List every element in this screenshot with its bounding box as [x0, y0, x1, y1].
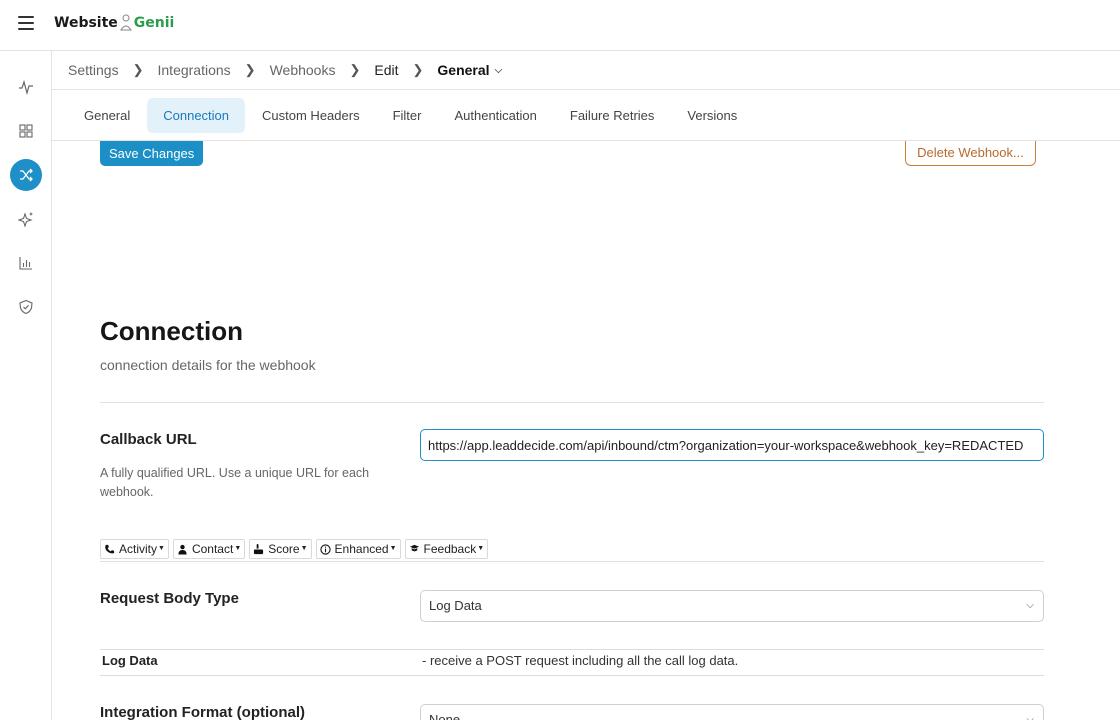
chevron-right-icon: ❯: [412, 62, 424, 77]
integration-format-value: None: [429, 712, 461, 720]
info-icon: [319, 543, 331, 555]
chevron-down-icon: ⌵: [494, 64, 503, 76]
pill-label: Feedback: [423, 542, 477, 556]
caret-down-icon: ▼: [389, 545, 397, 552]
breadcrumb-current-label: General: [437, 62, 490, 78]
divider: [100, 649, 1044, 650]
chevron-down-icon: ⌵: [1026, 600, 1034, 611]
logo-word: Website: [54, 15, 118, 31]
integration-format-label: Integration Format (optional): [100, 704, 305, 720]
logo-accent: Genii: [133, 15, 175, 31]
pill-activity[interactable]: Activity ▼: [100, 539, 169, 559]
chevron-right-icon: ❯: [244, 62, 256, 77]
body-type-description: - receive a POST request including all t…: [422, 653, 739, 668]
pill-score[interactable]: Score ▼: [249, 539, 312, 559]
request-body-type-select[interactable]: Log Data ⌵: [420, 590, 1044, 622]
tab-custom-headers[interactable]: Custom Headers: [246, 98, 376, 133]
pill-label: Score: [268, 542, 300, 556]
rail-item-ai[interactable]: [10, 203, 42, 235]
shuffle-icon: [20, 168, 33, 182]
tab-authentication[interactable]: Authentication: [438, 98, 552, 133]
caret-down-icon: ▼: [477, 545, 485, 552]
callback-url-input[interactable]: [420, 429, 1044, 461]
caret-down-icon: ▼: [234, 545, 242, 552]
score-icon: [254, 543, 264, 554]
rail-item-dashboard[interactable]: [10, 115, 42, 147]
divider: [100, 402, 1044, 403]
chart-icon: [19, 257, 32, 270]
divider: [100, 675, 1044, 676]
tab-general[interactable]: General: [68, 98, 146, 133]
grid-icon: [19, 124, 33, 138]
chevron-right-icon: ❯: [132, 62, 144, 77]
breadcrumb-edit[interactable]: Edit: [374, 62, 398, 78]
breadcrumb-integrations[interactable]: Integrations: [158, 62, 231, 78]
tab-filter[interactable]: Filter: [377, 98, 438, 133]
caret-down-icon: ▼: [300, 545, 308, 552]
shield-icon: [19, 299, 33, 315]
request-body-type-value: Log Data: [429, 598, 482, 613]
pill-feedback[interactable]: Feedback ▼: [404, 539, 489, 559]
divider: [100, 561, 1044, 562]
breadcrumb: Settings ❯ Integrations ❯ Webhooks ❯ Edi…: [52, 51, 1120, 90]
activity-icon: [19, 79, 33, 95]
pill-contact[interactable]: Contact ▼: [172, 539, 246, 559]
tab-bar: General Connection Custom Headers Filter…: [52, 90, 1120, 141]
rail-item-activity[interactable]: [10, 71, 42, 103]
tab-versions[interactable]: Versions: [671, 98, 753, 133]
chevron-down-icon: ⌵: [1026, 714, 1034, 720]
feedback-icon: [409, 544, 419, 551]
delete-webhook-button[interactable]: Delete Webhook...: [905, 141, 1036, 166]
rail-item-security[interactable]: [10, 291, 42, 323]
left-rail: [0, 51, 52, 720]
top-bar: Website Genii: [0, 0, 1120, 51]
tab-connection[interactable]: Connection: [147, 97, 246, 133]
section-subtitle: connection details for the webhook: [100, 357, 316, 373]
rail-item-reports[interactable]: [10, 247, 42, 279]
genie-lamp-icon: [119, 14, 132, 31]
rail-item-integrations[interactable]: [10, 159, 42, 191]
sparkle-icon: [18, 212, 33, 227]
phone-icon: [105, 544, 115, 553]
pill-enhanced[interactable]: Enhanced ▼: [315, 539, 401, 559]
tab-failure-retries[interactable]: Failure Retries: [554, 98, 671, 133]
save-button[interactable]: Save Changes: [100, 141, 204, 166]
breadcrumb-settings[interactable]: Settings: [68, 62, 119, 78]
body-type-term: Log Data: [102, 653, 158, 668]
breadcrumb-webhooks[interactable]: Webhooks: [270, 62, 336, 78]
pill-label: Activity: [119, 542, 158, 556]
person-icon: [178, 544, 187, 555]
variable-pills: Activity ▼ Contact ▼ Score ▼ Enhanced ▼ Feed…: [100, 539, 492, 559]
pill-label: Contact: [191, 542, 234, 556]
chevron-right-icon: ❯: [349, 62, 361, 77]
caret-down-icon: ▼: [158, 545, 165, 552]
pill-label: Enhanced: [334, 542, 389, 556]
breadcrumb-current-dropdown[interactable]: General ⌵: [437, 62, 502, 78]
section-title: Connection: [100, 316, 243, 346]
callback-url-label: Callback URL: [100, 431, 197, 448]
integration-format-select[interactable]: None ⌵: [420, 704, 1044, 720]
app-logo[interactable]: Website Genii: [54, 14, 174, 32]
callback-url-help: A fully qualified URL. Use a unique URL …: [100, 466, 370, 499]
menu-icon[interactable]: [18, 16, 34, 32]
request-body-type-label: Request Body Type: [100, 590, 239, 607]
